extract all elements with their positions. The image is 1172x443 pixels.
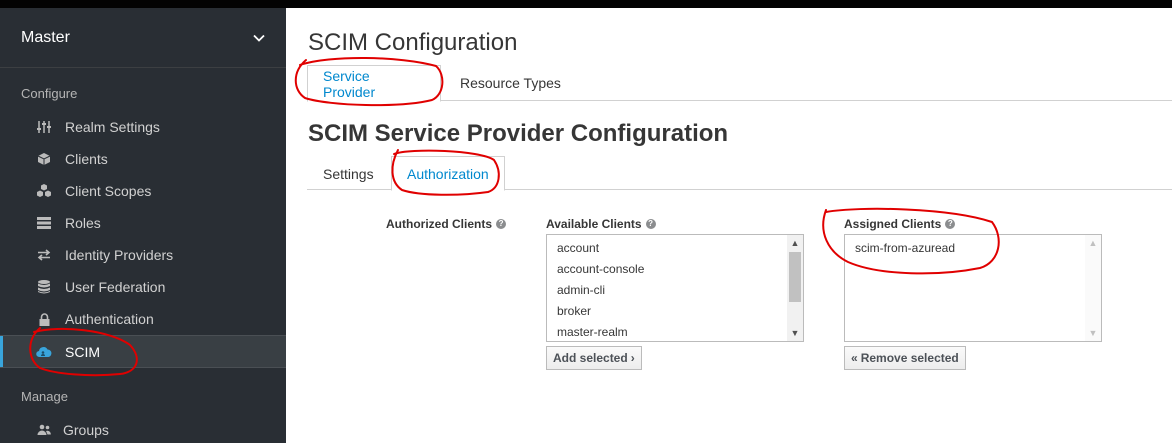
chevron-down-icon [253, 34, 265, 42]
sidebar-item-groups[interactable]: Groups [0, 414, 286, 443]
assigned-clients-list[interactable]: scim-from-azuread ▲ ▼ [844, 234, 1102, 342]
tab-authorization[interactable]: Authorization [391, 156, 505, 191]
tab-settings[interactable]: Settings [308, 156, 389, 192]
exchange-icon [36, 247, 52, 263]
scroll-down-icon: ▼ [1088, 328, 1098, 338]
tab-service-provider[interactable]: Service Provider [307, 65, 441, 102]
sidebar-item-label: User Federation [65, 279, 166, 295]
users-icon [36, 422, 52, 438]
list-icon [36, 215, 52, 231]
list-item[interactable]: scim-from-azuread [845, 238, 1101, 259]
sidebar-item-user-federation[interactable]: User Federation [0, 271, 286, 303]
sidebar-item-authentication[interactable]: Authentication [0, 303, 286, 335]
section-configure: Configure [21, 86, 78, 101]
help-icon[interactable]: ? [496, 219, 507, 229]
authorized-clients-text: Authorized Clients [386, 217, 493, 231]
sidebar-item-label: Realm Settings [65, 119, 160, 135]
secondary-tabs: Settings Authorization [307, 156, 1172, 192]
cube-icon [36, 151, 52, 167]
realm-selector[interactable]: Master [0, 8, 286, 68]
list-item[interactable]: account [547, 238, 803, 259]
authorized-clients-label: Authorized Clients ? [386, 217, 507, 231]
cloud-users-icon [36, 344, 52, 360]
sidebar-item-label: Clients [65, 151, 108, 167]
add-selected-button[interactable]: Add selected › [546, 346, 642, 370]
scrollbar-thumb[interactable] [789, 252, 801, 302]
list-item[interactable]: admin-cli [547, 280, 803, 301]
sidebar: Master Configure Realm Settings Clients … [0, 8, 286, 443]
primary-tabs: Service Provider Resource Types [307, 65, 1172, 102]
scrollbar: ▲ ▼ [1085, 235, 1101, 341]
database-icon [36, 279, 52, 295]
available-clients-text: Available Clients [546, 217, 642, 231]
chevron-right-icon: › [630, 351, 635, 365]
scrollbar[interactable]: ▲ ▼ [787, 235, 803, 341]
top-bar [0, 0, 1172, 8]
double-chevron-left-icon: « [851, 351, 858, 365]
sidebar-item-label: Groups [63, 422, 109, 438]
sidebar-item-client-scopes[interactable]: Client Scopes [0, 175, 286, 207]
list-item[interactable]: master-realm [547, 322, 803, 341]
page-title: SCIM Configuration [308, 29, 518, 56]
sliders-icon [36, 119, 52, 135]
list-item[interactable]: account-console [547, 259, 803, 280]
sidebar-item-scim[interactable]: SCIM [0, 335, 286, 368]
section-manage: Manage [21, 389, 68, 404]
assigned-clients-label: Assigned Clients ? [844, 217, 956, 231]
sidebar-item-label: Identity Providers [65, 247, 174, 263]
main-content: SCIM Configuration Service Provider Reso… [286, 8, 1172, 443]
section-heading: SCIM Service Provider Configuration [308, 120, 729, 147]
cubes-icon [36, 183, 52, 199]
sidebar-item-clients[interactable]: Clients [0, 143, 286, 175]
add-selected-label: Add selected [553, 351, 628, 365]
sidebar-item-identity-providers[interactable]: Identity Providers [0, 239, 286, 271]
sidebar-item-label: Client Scopes [65, 183, 152, 199]
tab-resource-types[interactable]: Resource Types [445, 65, 576, 101]
sidebar-item-roles[interactable]: Roles [0, 207, 286, 239]
help-icon[interactable]: ? [945, 219, 956, 229]
sidebar-item-label: Authentication [65, 311, 154, 327]
available-clients-list[interactable]: account account-console admin-cli broker… [546, 234, 804, 342]
help-icon[interactable]: ? [645, 219, 656, 229]
scroll-up-icon[interactable]: ▲ [787, 235, 803, 251]
available-clients-label: Available Clients ? [546, 217, 656, 231]
remove-selected-button[interactable]: « Remove selected [844, 346, 966, 370]
scroll-up-icon: ▲ [1088, 238, 1098, 248]
lock-icon [36, 311, 52, 327]
remove-selected-label: Remove selected [860, 351, 959, 365]
list-item[interactable]: broker [547, 301, 803, 322]
assigned-clients-text: Assigned Clients [844, 217, 942, 231]
realm-name: Master [21, 28, 70, 46]
sidebar-item-realm-settings[interactable]: Realm Settings [0, 111, 286, 143]
scroll-down-icon[interactable]: ▼ [787, 325, 803, 341]
sidebar-item-label: SCIM [65, 343, 100, 360]
sidebar-item-label: Roles [65, 215, 101, 231]
